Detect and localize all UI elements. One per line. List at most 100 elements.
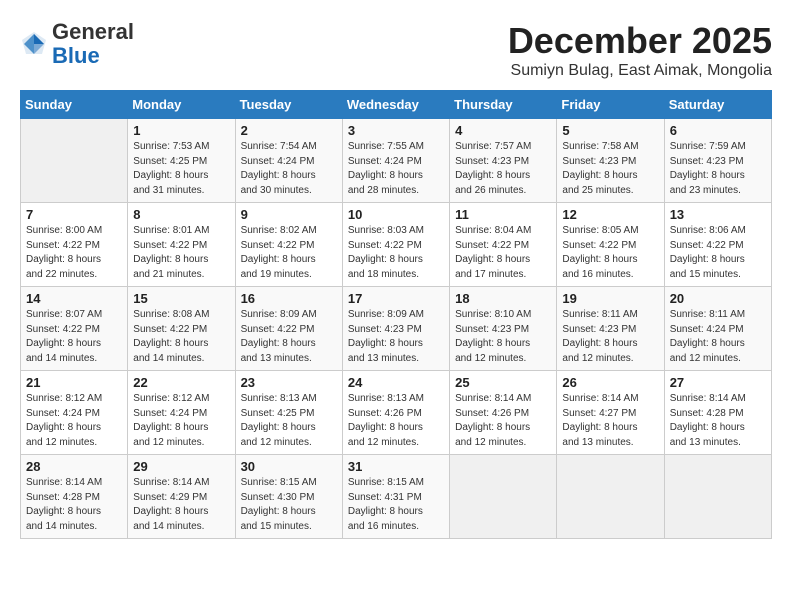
day-number: 8: [133, 207, 229, 222]
calendar-cell: 21 Sunrise: 8:12 AM Sunset: 4:24 PM Dayli…: [21, 371, 128, 455]
calendar-header-row: SundayMondayTuesdayWednesdayThursdayFrid…: [21, 91, 772, 119]
month-title: December 2025: [508, 20, 772, 62]
day-number: 7: [26, 207, 122, 222]
calendar-cell: 27 Sunrise: 8:14 AM Sunset: 4:28 PM Dayli…: [664, 371, 771, 455]
day-info: Sunrise: 8:15 AM Sunset: 4:30 PM Dayligh…: [241, 476, 337, 534]
day-info: Sunrise: 8:14 AM Sunset: 4:26 PM Dayligh…: [455, 392, 551, 450]
calendar-cell: 26 Sunrise: 8:14 AM Sunset: 4:27 PM Dayli…: [557, 371, 664, 455]
calendar-cell: 8Sunrise: 8:01 AM Sunset: 4:22 PM Daylig…: [128, 203, 235, 287]
logo-icon: [20, 30, 48, 58]
calendar-cell: [557, 455, 664, 539]
calendar-week-row: 28Sunrise: 8:14 AM Sunset: 4:28 PM Dayli…: [21, 455, 772, 539]
calendar-cell: 4 Sunrise: 7:57 AM Sunset: 4:23 PM Daylig…: [450, 119, 557, 203]
day-info: Sunrise: 8:07 AM Sunset: 4:22 PM Dayligh…: [26, 308, 122, 366]
day-number: 1: [133, 123, 229, 138]
calendar-week-row: 14 Sunrise: 8:07 AM Sunset: 4:22 PM Dayli…: [21, 287, 772, 371]
day-number: 24: [348, 375, 444, 390]
day-number: 5: [562, 123, 658, 138]
day-info: Sunrise: 8:08 AM Sunset: 4:22 PM Dayligh…: [133, 308, 229, 366]
page-header: General Blue December 2025 Sumiyn Bulag,…: [20, 20, 772, 80]
day-info: Sunrise: 8:15 AM Sunset: 4:31 PM Dayligh…: [348, 476, 444, 534]
day-number: 20: [670, 291, 766, 306]
day-info: Sunrise: 8:14 AM Sunset: 4:28 PM Dayligh…: [670, 392, 766, 450]
day-info: Sunrise: 8:06 AM Sunset: 4:22 PM Dayligh…: [670, 224, 766, 282]
day-info: Sunrise: 8:03 AM Sunset: 4:22 PM Dayligh…: [348, 224, 444, 282]
calendar-cell: [450, 455, 557, 539]
calendar-cell: 15Sunrise: 8:08 AM Sunset: 4:22 PM Dayli…: [128, 287, 235, 371]
day-number: 11: [455, 207, 551, 222]
day-info: Sunrise: 8:14 AM Sunset: 4:27 PM Dayligh…: [562, 392, 658, 450]
calendar-week-row: 21 Sunrise: 8:12 AM Sunset: 4:24 PM Dayli…: [21, 371, 772, 455]
day-number: 2: [241, 123, 337, 138]
calendar-week-row: 7 Sunrise: 8:00 AM Sunset: 4:22 PM Daylig…: [21, 203, 772, 287]
logo-blue-text: Blue: [52, 43, 100, 68]
day-number: 9: [241, 207, 337, 222]
calendar-cell: 25 Sunrise: 8:14 AM Sunset: 4:26 PM Dayli…: [450, 371, 557, 455]
day-number: 16: [241, 291, 337, 306]
calendar-cell: [664, 455, 771, 539]
day-info: Sunrise: 8:11 AM Sunset: 4:24 PM Dayligh…: [670, 308, 766, 366]
day-info: Sunrise: 8:05 AM Sunset: 4:22 PM Dayligh…: [562, 224, 658, 282]
calendar-cell: 5 Sunrise: 7:58 AM Sunset: 4:23 PM Daylig…: [557, 119, 664, 203]
day-number: 13: [670, 207, 766, 222]
day-info: Sunrise: 8:09 AM Sunset: 4:23 PM Dayligh…: [348, 308, 444, 366]
day-number: 31: [348, 459, 444, 474]
day-number: 28: [26, 459, 122, 474]
calendar-table: SundayMondayTuesdayWednesdayThursdayFrid…: [20, 90, 772, 539]
day-number: 30: [241, 459, 337, 474]
day-number: 22: [133, 375, 229, 390]
calendar-cell: 20 Sunrise: 8:11 AM Sunset: 4:24 PM Dayli…: [664, 287, 771, 371]
calendar-cell: 9 Sunrise: 8:02 AM Sunset: 4:22 PM Daylig…: [235, 203, 342, 287]
day-info: Sunrise: 7:55 AM Sunset: 4:24 PM Dayligh…: [348, 140, 444, 198]
weekday-header-saturday: Saturday: [664, 91, 771, 119]
day-info: Sunrise: 7:58 AM Sunset: 4:23 PM Dayligh…: [562, 140, 658, 198]
calendar-cell: 10 Sunrise: 8:03 AM Sunset: 4:22 PM Dayli…: [342, 203, 449, 287]
day-info: Sunrise: 7:53 AM Sunset: 4:25 PM Dayligh…: [133, 140, 229, 198]
weekday-header-monday: Monday: [128, 91, 235, 119]
weekday-header-wednesday: Wednesday: [342, 91, 449, 119]
calendar-cell: 14 Sunrise: 8:07 AM Sunset: 4:22 PM Dayli…: [21, 287, 128, 371]
day-number: 18: [455, 291, 551, 306]
day-number: 26: [562, 375, 658, 390]
day-info: Sunrise: 8:04 AM Sunset: 4:22 PM Dayligh…: [455, 224, 551, 282]
calendar-cell: 30 Sunrise: 8:15 AM Sunset: 4:30 PM Dayli…: [235, 455, 342, 539]
day-number: 23: [241, 375, 337, 390]
day-info: Sunrise: 7:57 AM Sunset: 4:23 PM Dayligh…: [455, 140, 551, 198]
logo-general-text: General: [52, 19, 134, 44]
day-info: Sunrise: 8:10 AM Sunset: 4:23 PM Dayligh…: [455, 308, 551, 366]
day-number: 17: [348, 291, 444, 306]
day-number: 21: [26, 375, 122, 390]
calendar-cell: 16 Sunrise: 8:09 AM Sunset: 4:22 PM Dayli…: [235, 287, 342, 371]
day-info: Sunrise: 8:09 AM Sunset: 4:22 PM Dayligh…: [241, 308, 337, 366]
day-info: Sunrise: 8:13 AM Sunset: 4:26 PM Dayligh…: [348, 392, 444, 450]
day-number: 27: [670, 375, 766, 390]
calendar-cell: 7 Sunrise: 8:00 AM Sunset: 4:22 PM Daylig…: [21, 203, 128, 287]
day-number: 10: [348, 207, 444, 222]
day-number: 29: [133, 459, 229, 474]
calendar-cell: 17 Sunrise: 8:09 AM Sunset: 4:23 PM Dayli…: [342, 287, 449, 371]
day-info: Sunrise: 8:02 AM Sunset: 4:22 PM Dayligh…: [241, 224, 337, 282]
calendar-cell: 3 Sunrise: 7:55 AM Sunset: 4:24 PM Daylig…: [342, 119, 449, 203]
calendar-cell: 19Sunrise: 8:11 AM Sunset: 4:23 PM Dayli…: [557, 287, 664, 371]
day-number: 19: [562, 291, 658, 306]
calendar-cell: 6Sunrise: 7:59 AM Sunset: 4:23 PM Daylig…: [664, 119, 771, 203]
day-number: 4: [455, 123, 551, 138]
calendar-cell: 22Sunrise: 8:12 AM Sunset: 4:24 PM Dayli…: [128, 371, 235, 455]
day-number: 3: [348, 123, 444, 138]
day-info: Sunrise: 8:00 AM Sunset: 4:22 PM Dayligh…: [26, 224, 122, 282]
day-number: 25: [455, 375, 551, 390]
calendar-cell: 12 Sunrise: 8:05 AM Sunset: 4:22 PM Dayli…: [557, 203, 664, 287]
calendar-cell: 18 Sunrise: 8:10 AM Sunset: 4:23 PM Dayli…: [450, 287, 557, 371]
day-number: 14: [26, 291, 122, 306]
calendar-cell: 24 Sunrise: 8:13 AM Sunset: 4:26 PM Dayli…: [342, 371, 449, 455]
day-info: Sunrise: 8:14 AM Sunset: 4:29 PM Dayligh…: [133, 476, 229, 534]
day-number: 12: [562, 207, 658, 222]
day-info: Sunrise: 8:13 AM Sunset: 4:25 PM Dayligh…: [241, 392, 337, 450]
day-info: Sunrise: 7:54 AM Sunset: 4:24 PM Dayligh…: [241, 140, 337, 198]
calendar-cell: 1 Sunrise: 7:53 AM Sunset: 4:25 PM Daylig…: [128, 119, 235, 203]
weekday-header-sunday: Sunday: [21, 91, 128, 119]
calendar-cell: 29 Sunrise: 8:14 AM Sunset: 4:29 PM Dayli…: [128, 455, 235, 539]
calendar-cell: 31 Sunrise: 8:15 AM Sunset: 4:31 PM Dayli…: [342, 455, 449, 539]
weekday-header-friday: Friday: [557, 91, 664, 119]
day-info: Sunrise: 8:12 AM Sunset: 4:24 PM Dayligh…: [26, 392, 122, 450]
